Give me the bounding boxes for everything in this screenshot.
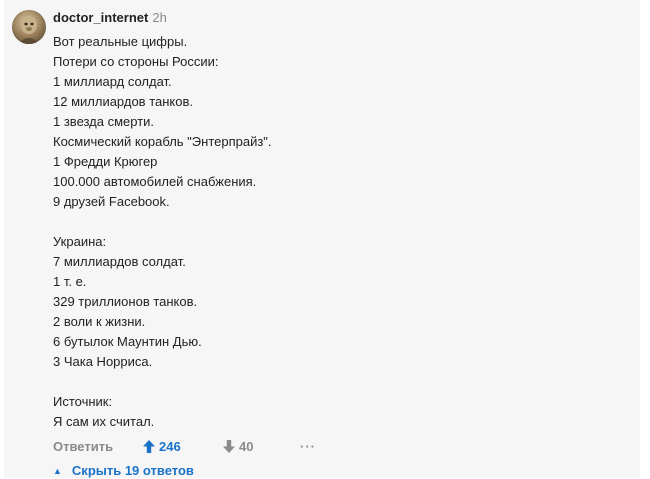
comment-line: 7 миллиардов солдат.: [53, 254, 186, 269]
arrow-down-icon: [223, 440, 235, 453]
comment-card: doctor_internet 2h Вот реальные цифры. Пот…: [4, 0, 640, 478]
comment-line: 1 миллиард солдат.: [53, 74, 172, 89]
timestamp: 2h: [152, 10, 167, 25]
comment-body: Вот реальные цифры. Потери со стороны Рос…: [53, 32, 613, 432]
comment-line: [53, 212, 613, 232]
hide-replies-label: Скрыть 19 ответов: [71, 463, 194, 478]
upvote-count: 246: [159, 439, 181, 454]
comment-header: doctor_internet 2h: [53, 10, 167, 26]
comment-line: Украина:: [53, 234, 107, 249]
more-icon[interactable]: ···: [300, 438, 316, 456]
downvote-button[interactable]: 40: [223, 438, 253, 456]
username[interactable]: doctor_internet: [53, 10, 148, 25]
upvote-button[interactable]: 246: [143, 438, 181, 456]
comment-line: 9 друзей Facebook.: [53, 194, 170, 209]
comment-line: Вот реальные цифры.: [53, 34, 188, 49]
comment-line: 100.000 автомобилей снабжения.: [53, 174, 257, 189]
comment-line: Потери со стороны России:: [53, 54, 219, 69]
comment-line: 1 Фредди Крюгер: [53, 154, 158, 169]
comment-line: Источник:: [53, 394, 113, 409]
comment-line: 1 т. е.: [53, 274, 87, 289]
downvote-count: 40: [239, 439, 254, 454]
hide-replies-button[interactable]: ▲ Скрыть 19 ответов: [53, 463, 194, 479]
comment-line: 2 воли к жизни.: [53, 314, 146, 329]
comment-line: 3 Чака Норриса.: [53, 354, 153, 369]
comment-line: 12 миллиардов танков.: [53, 94, 193, 109]
comment-line: 6 бутылок Маунтин Дью.: [53, 334, 202, 349]
comment-line: [53, 372, 613, 392]
comment-line: Космический корабль "Энтерпрайз".: [53, 134, 272, 149]
comment-line: 1 звезда смерти.: [53, 114, 155, 129]
arrow-up-icon: [143, 440, 155, 453]
comment-line: Я сам их считал.: [53, 414, 155, 429]
avatar[interactable]: [12, 10, 46, 44]
caret-up-icon: ▲: [53, 466, 62, 476]
reply-button[interactable]: Ответить: [53, 438, 113, 456]
comment-line: 329 триллионов танков.: [53, 294, 198, 309]
